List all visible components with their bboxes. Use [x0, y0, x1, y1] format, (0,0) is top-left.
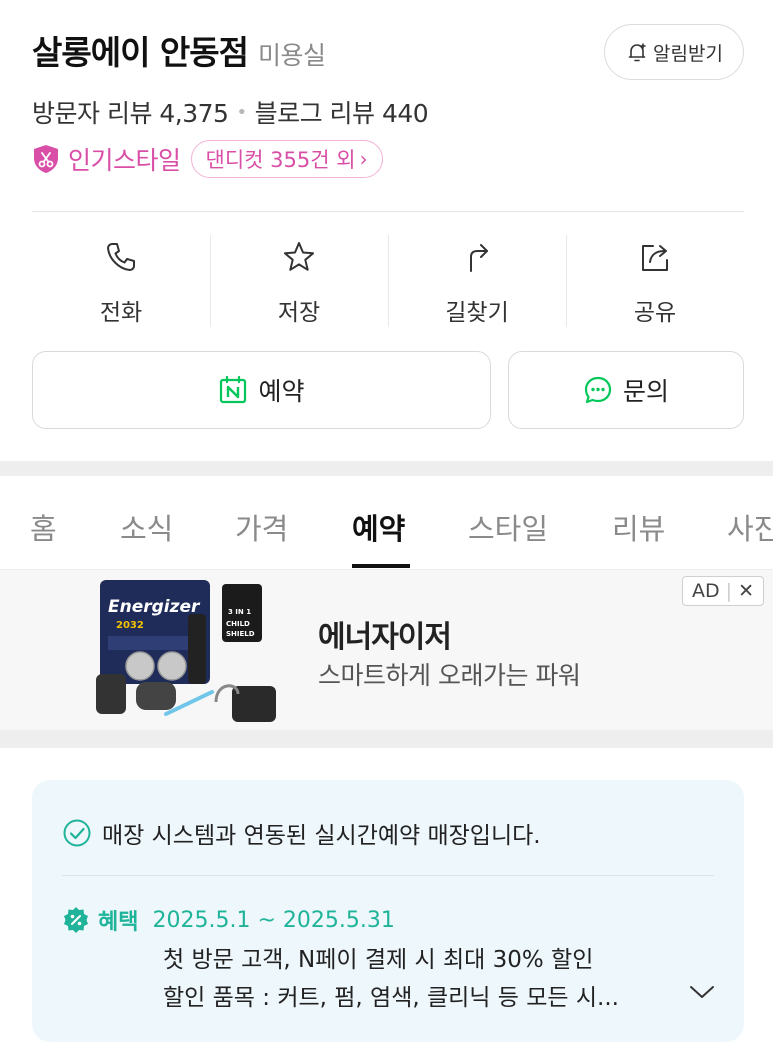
tab-review[interactable]: 리뷰	[612, 506, 665, 548]
tab-price[interactable]: 가격	[235, 506, 288, 548]
active-tab-indicator	[352, 564, 410, 568]
title-row: 살롱에이 안동점 미용실	[32, 26, 326, 74]
save-label: 저장	[277, 300, 321, 326]
reserve-button[interactable]: 예약	[32, 351, 491, 429]
tab-photo[interactable]: 사진	[727, 506, 773, 548]
tab-bar: 홈 소식 가격 예약 스타일 리뷰 사진	[0, 476, 773, 570]
alarm-label: 알림받기	[653, 42, 723, 65]
realtime-notice-text: 매장 시스템과 연동된 실시간예약 매장입니다.	[102, 823, 541, 849]
ad-subtitle: 스마트하게 오래가는 파워	[318, 661, 581, 690]
check-circle-icon	[63, 819, 91, 847]
call-label: 전화	[99, 300, 143, 326]
svg-text:CHILD: CHILD	[226, 620, 250, 628]
star-icon	[284, 242, 314, 271]
inquiry-button[interactable]: 문의	[508, 351, 744, 429]
svg-text:SHIELD: SHIELD	[226, 630, 255, 638]
scissors-shield-icon	[34, 145, 58, 173]
shop-category: 미용실	[258, 41, 326, 70]
ad-title: 에너자이저	[318, 620, 452, 655]
blog-review-count[interactable]: 블로그 리뷰 440	[255, 94, 429, 130]
popular-style-chip-text: 댄디컷 355건 외	[205, 148, 356, 172]
directions-icon	[470, 244, 488, 272]
review-summary: 방문자 리뷰 4,375 • 블로그 리뷰 440	[32, 94, 429, 130]
ad-label: AD	[692, 580, 720, 602]
benefit-items: 할인 품목 : 커트, 펌, 염색, 클리닉 등 모든 시...	[163, 985, 619, 1011]
directions-action[interactable]: 길찾기	[388, 235, 566, 327]
ad-product-brand: Energizer	[108, 597, 201, 617]
benefit-description: 첫 방문 고객, N페이 결제 시 최대 30% 할인	[163, 947, 594, 973]
chevron-down-icon[interactable]	[688, 982, 716, 1002]
realtime-notice: 매장 시스템과 연동된 실시간예약 매장입니다.	[62, 816, 541, 850]
benefit-row: 혜택 2025.5.1 ~ 2025.5.31	[62, 904, 395, 936]
tab-style[interactable]: 스타일	[468, 506, 548, 548]
ad-banner[interactable]: Energizer 2032 3 IN 1 CHILD SHIELD AD | …	[0, 570, 773, 730]
bell-plus-icon	[628, 43, 646, 62]
shop-name: 살롱에이 안동점	[32, 33, 249, 72]
close-icon[interactable]: ✕	[738, 580, 754, 602]
review-separator: •	[236, 101, 247, 123]
ad-product-image: Energizer 2032 3 IN 1 CHILD SHIELD	[96, 580, 276, 722]
tab-news[interactable]: 소식	[120, 506, 173, 548]
divider	[32, 211, 744, 212]
popular-style-chip[interactable]: 댄디컷 355건 외 ›	[190, 140, 383, 178]
section-separator-2	[0, 730, 773, 748]
chat-bubble-icon	[584, 376, 612, 404]
directions-label: 길찾기	[445, 300, 509, 326]
tab-reservation[interactable]: 예약	[352, 506, 405, 548]
section-separator	[0, 461, 773, 476]
benefit-label: 혜택	[98, 910, 139, 935]
visitor-review-count[interactable]: 방문자 리뷰 4,375	[32, 94, 229, 130]
popular-style-label: 인기스타일	[68, 146, 181, 175]
call-action[interactable]: 전화	[32, 235, 210, 327]
discount-badge-icon	[64, 907, 88, 933]
primary-buttons: 예약 문의	[32, 351, 744, 429]
tab-home[interactable]: 홈	[30, 506, 57, 548]
share-label: 공유	[633, 300, 677, 326]
share-action[interactable]: 공유	[566, 235, 744, 327]
popular-style-row: 인기스타일 댄디컷 355건 외 ›	[32, 140, 383, 178]
svg-text:3 IN 1: 3 IN 1	[228, 608, 251, 616]
reservation-info-card: 매장 시스템과 연동된 실시간예약 매장입니다. 혜택 2025.5.1 ~ 2…	[32, 780, 744, 1042]
alarm-button[interactable]: 알림받기	[604, 24, 744, 80]
naver-calendar-icon	[220, 375, 247, 404]
action-bar: 전화 저장 길찾기 공유	[32, 235, 744, 327]
info-divider	[62, 875, 714, 876]
chevron-right-icon: ›	[359, 147, 368, 171]
ad-product-model: 2032	[116, 620, 144, 631]
phone-icon	[107, 243, 135, 271]
place-header: 살롱에이 안동점 미용실 알림받기 방문자 리뷰 4,375 • 블로그 리뷰 …	[0, 0, 773, 460]
ad-badge[interactable]: AD | ✕	[682, 576, 764, 606]
share-icon	[642, 245, 668, 271]
inquiry-label: 문의	[622, 377, 669, 406]
reserve-label: 예약	[258, 377, 305, 406]
save-action[interactable]: 저장	[210, 235, 388, 327]
benefit-date: 2025.5.1 ~ 2025.5.31	[152, 907, 395, 933]
